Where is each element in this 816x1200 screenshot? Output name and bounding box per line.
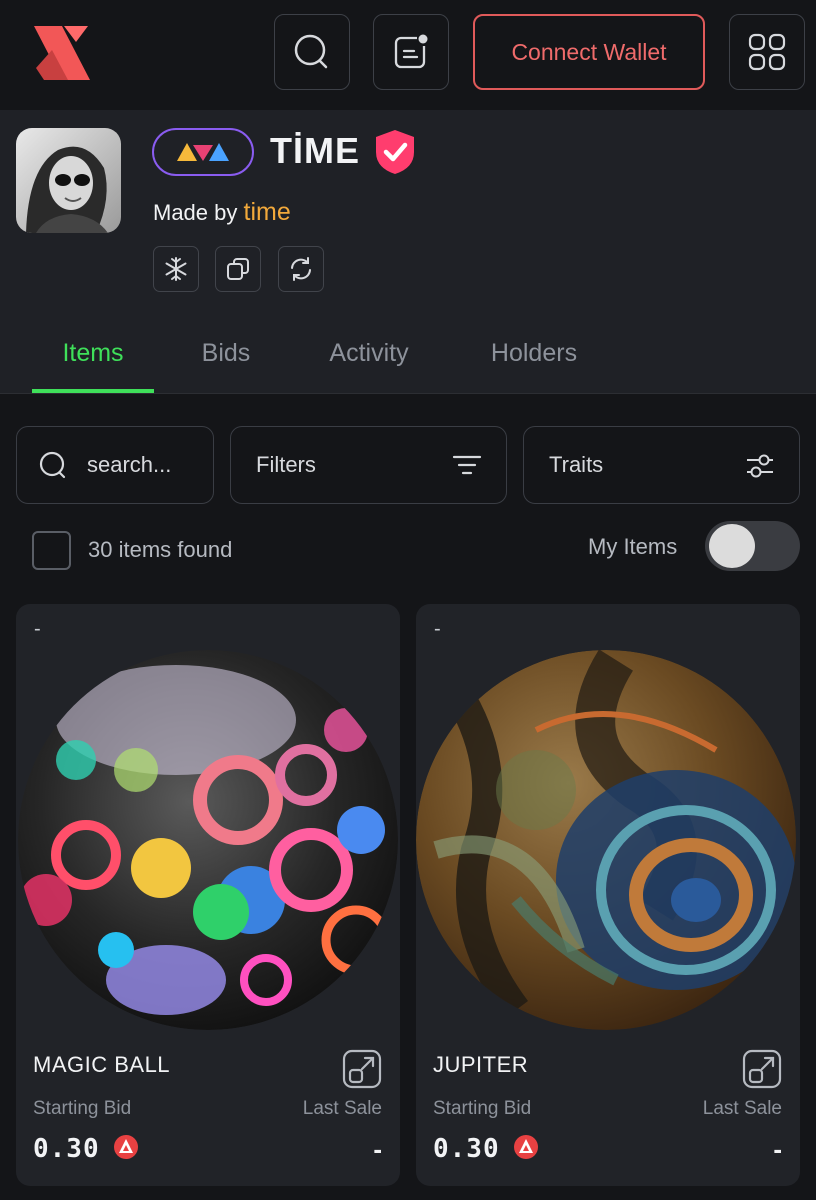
verified-badge-icon [376, 130, 414, 174]
select-all-checkbox[interactable] [32, 531, 71, 570]
search-icon [294, 34, 328, 69]
copy-button[interactable] [215, 246, 261, 292]
made-by-label: Made by [153, 200, 238, 225]
starting-bid-value: 0.30 [33, 1134, 100, 1164]
avax-icon [514, 1135, 538, 1159]
nft-image-jupiter[interactable] [416, 650, 800, 1034]
toggle-knob [709, 524, 755, 568]
collection-name: TİME [270, 130, 360, 171]
open-external-icon[interactable] [742, 1049, 782, 1089]
my-items-toggle[interactable] [705, 521, 800, 571]
notifications-button[interactable] [373, 14, 449, 90]
nft-name: MAGIC BALL [33, 1052, 171, 1077]
items-found-count: 30 items found [88, 537, 233, 562]
collection-avatar [16, 128, 121, 233]
top-bar: Connect Wallet [0, 0, 816, 110]
chain-badge [152, 128, 254, 176]
card-top-label: - [34, 618, 41, 640]
tab-bar: Items Bids Activity Holders [0, 335, 816, 393]
nft-card[interactable]: - JUPITER Starting Bid Last Sale 0.30 - [416, 604, 800, 1186]
freeze-button[interactable] [153, 246, 199, 292]
chain-logo-icon [177, 143, 229, 161]
sliders-icon [747, 454, 773, 478]
connect-wallet-button[interactable]: Connect Wallet [473, 14, 705, 90]
last-sale-label: Last Sale [702, 1098, 782, 1119]
copy-icon [227, 258, 249, 280]
starting-bid-label: Starting Bid [33, 1098, 132, 1119]
open-external-icon[interactable] [342, 1049, 382, 1089]
search-icon [39, 451, 66, 479]
tab-activity[interactable]: Activity [310, 335, 428, 393]
last-sale-label: Last Sale [302, 1098, 382, 1119]
my-items-label: My Items [588, 534, 678, 559]
tab-bids[interactable]: Bids [186, 335, 266, 393]
filters-label: Filters [256, 452, 316, 477]
grid-menu-icon [748, 33, 786, 71]
card-top-label: - [434, 618, 441, 640]
search-input[interactable]: search... [16, 426, 214, 504]
traits-button[interactable]: Traits [523, 426, 800, 504]
search-button[interactable] [274, 14, 350, 90]
snowflake-icon [165, 257, 187, 281]
last-sale-value: - [373, 1134, 382, 1164]
nft-card[interactable]: - MAGIC BALL Starting Bid Last Sale 0.30… [16, 604, 400, 1186]
filters-button[interactable]: Filters [230, 426, 507, 504]
creator-link[interactable]: time [244, 198, 291, 226]
nft-image-magic-ball[interactable] [16, 650, 400, 1034]
collection-header: TİME Made by time Items Bids Activity Ho… [0, 110, 816, 394]
filter-lines-icon [452, 455, 482, 475]
starting-bid-label: Starting Bid [433, 1098, 532, 1119]
refresh-button[interactable] [278, 246, 324, 292]
nft-name: JUPITER [433, 1052, 529, 1077]
tab-items[interactable]: Items [32, 335, 154, 393]
traits-label: Traits [549, 452, 604, 477]
starting-bid-value: 0.30 [433, 1134, 500, 1164]
avax-icon [114, 1135, 138, 1159]
menu-button[interactable] [729, 14, 805, 90]
last-sale-value: - [773, 1134, 782, 1164]
notifications-icon [394, 34, 428, 69]
logo-icon[interactable] [30, 24, 94, 82]
tab-holders[interactable]: Holders [472, 335, 596, 393]
made-by: Made by time [153, 198, 291, 227]
refresh-icon [291, 257, 311, 281]
search-placeholder: search... [87, 452, 172, 477]
